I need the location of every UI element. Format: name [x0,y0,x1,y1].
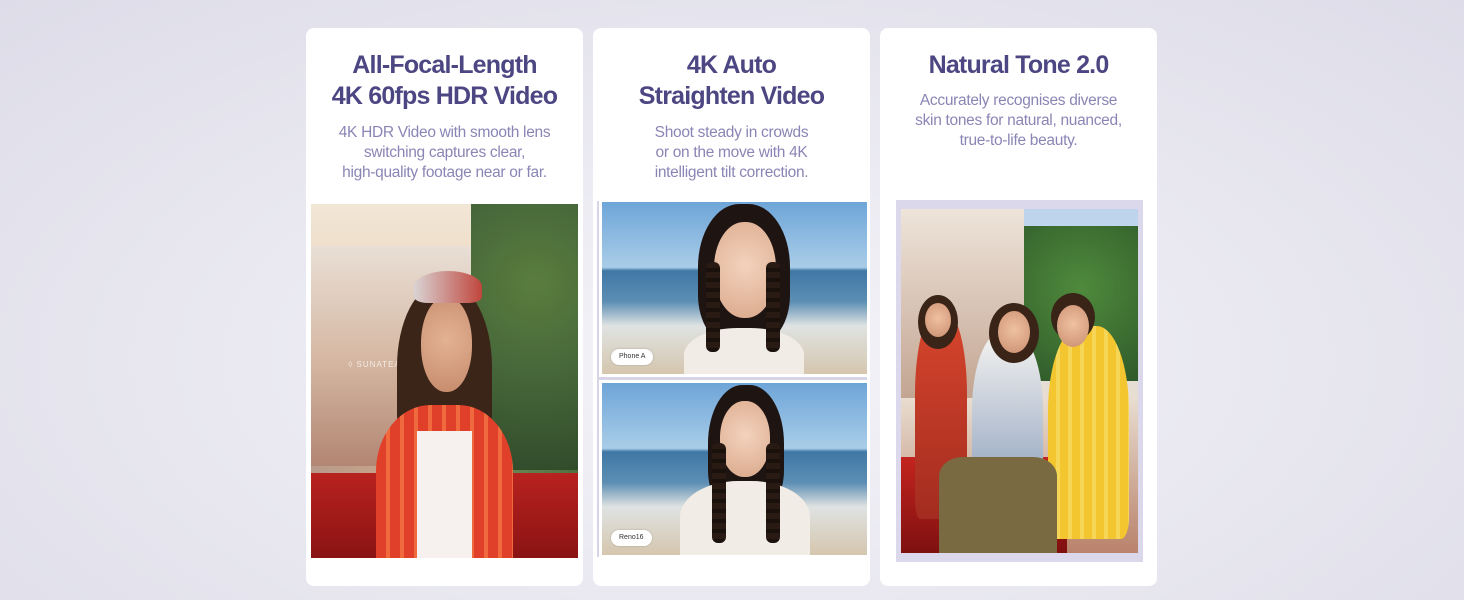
card-title-line: Straighten Video [638,82,825,110]
card-description: Shoot steady in crowds or on the move wi… [603,123,860,183]
card-description-line: high-quality footage near or far. [342,164,547,181]
photo-woman-with-bandana: ◊ SUNATEA [311,204,578,558]
card-title: Natural Tone 2.0 [880,50,1157,81]
photo-group-of-friends [901,209,1138,553]
feature-card-auto-straighten: 4K Auto Straighten Video Shoot steady in… [593,28,870,586]
card-description-line: switching captures clear, [363,144,526,161]
card-title-line: 4K Auto [686,51,777,79]
photo-divider [599,377,867,380]
card-description: Accurately recognises diverse skin tones… [890,91,1147,151]
device-label-badge: Phone A [611,349,654,365]
card-title-line: 4K 60fps HDR Video [331,82,558,110]
photo-comparison-reno16: Reno16 [602,383,867,555]
card-description-line: skin tones for natural, nuanced, [915,112,1122,129]
card-description-line: true-to-life beauty. [959,132,1078,149]
card-title: All-Focal-Length 4K 60fps HDR Video [306,50,583,112]
card-description-line: intelligent tilt correction. [654,164,809,181]
card-description: 4K HDR Video with smooth lens switching … [316,123,573,183]
card-description-line: Shoot steady in crowds [654,124,809,141]
card-title-line: Natural Tone 2.0 [928,51,1110,79]
card-title: 4K Auto Straighten Video [593,50,870,112]
card-description-line: or on the move with 4K [655,144,808,161]
card-description-line: Accurately recognises diverse [919,92,1118,109]
device-label-badge: Reno16 [611,530,652,546]
feature-card-hdr-video: All-Focal-Length 4K 60fps HDR Video 4K H… [306,28,583,586]
feature-card-natural-tone: Natural Tone 2.0 Accurately recognises d… [880,28,1157,586]
card-title-line: All-Focal-Length [352,51,537,79]
photo-comparison-phone-a: Phone A [602,202,867,374]
card-description-line: 4K HDR Video with smooth lens [338,124,551,141]
